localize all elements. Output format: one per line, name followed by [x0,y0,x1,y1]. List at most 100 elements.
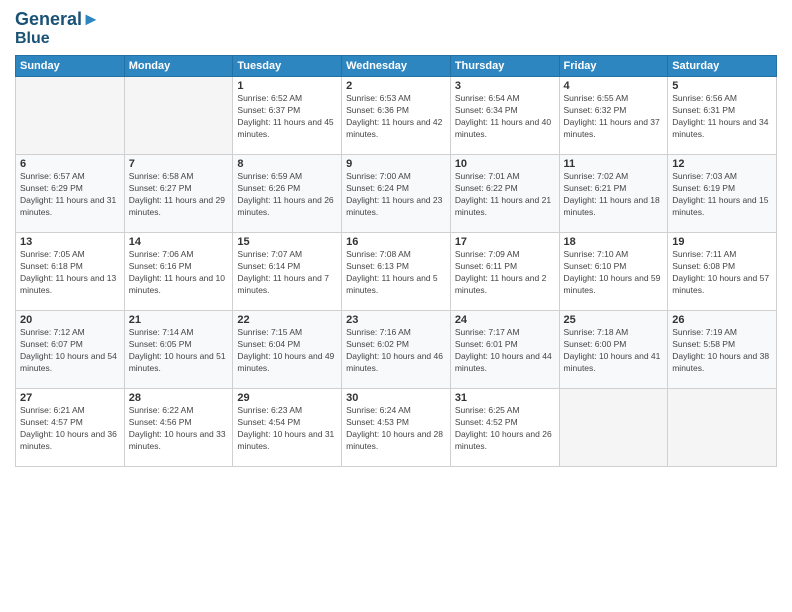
day-number: 31 [455,392,555,404]
calendar-week-row: 20Sunrise: 7:12 AM Sunset: 6:07 PM Dayli… [16,311,777,389]
day-info: Sunrise: 7:17 AM Sunset: 6:01 PM Dayligh… [455,327,555,375]
day-number: 9 [346,158,446,170]
day-number: 28 [129,392,229,404]
calendar-cell: 11Sunrise: 7:02 AM Sunset: 6:21 PM Dayli… [559,155,668,233]
calendar-cell: 24Sunrise: 7:17 AM Sunset: 6:01 PM Dayli… [450,311,559,389]
day-info: Sunrise: 6:22 AM Sunset: 4:56 PM Dayligh… [129,405,229,453]
day-number: 26 [672,314,772,326]
day-number: 16 [346,236,446,248]
calendar-cell: 25Sunrise: 7:18 AM Sunset: 6:00 PM Dayli… [559,311,668,389]
calendar-cell: 28Sunrise: 6:22 AM Sunset: 4:56 PM Dayli… [124,389,233,467]
day-number: 6 [20,158,120,170]
calendar-cell: 4Sunrise: 6:55 AM Sunset: 6:32 PM Daylig… [559,77,668,155]
day-info: Sunrise: 7:08 AM Sunset: 6:13 PM Dayligh… [346,249,446,297]
calendar-cell: 22Sunrise: 7:15 AM Sunset: 6:04 PM Dayli… [233,311,342,389]
weekday-header: Wednesday [342,56,451,77]
calendar-cell: 7Sunrise: 6:58 AM Sunset: 6:27 PM Daylig… [124,155,233,233]
day-number: 10 [455,158,555,170]
day-info: Sunrise: 6:57 AM Sunset: 6:29 PM Dayligh… [20,171,120,219]
calendar-cell: 13Sunrise: 7:05 AM Sunset: 6:18 PM Dayli… [16,233,125,311]
day-number: 30 [346,392,446,404]
day-info: Sunrise: 6:24 AM Sunset: 4:53 PM Dayligh… [346,405,446,453]
day-info: Sunrise: 6:21 AM Sunset: 4:57 PM Dayligh… [20,405,120,453]
day-info: Sunrise: 7:00 AM Sunset: 6:24 PM Dayligh… [346,171,446,219]
day-info: Sunrise: 7:11 AM Sunset: 6:08 PM Dayligh… [672,249,772,297]
day-info: Sunrise: 7:03 AM Sunset: 6:19 PM Dayligh… [672,171,772,219]
day-number: 25 [564,314,664,326]
page-header: General► Blue [15,10,777,47]
logo-text: General► [15,10,100,30]
day-info: Sunrise: 7:01 AM Sunset: 6:22 PM Dayligh… [455,171,555,219]
day-number: 21 [129,314,229,326]
calendar-cell: 16Sunrise: 7:08 AM Sunset: 6:13 PM Dayli… [342,233,451,311]
day-info: Sunrise: 6:52 AM Sunset: 6:37 PM Dayligh… [237,93,337,141]
day-info: Sunrise: 7:06 AM Sunset: 6:16 PM Dayligh… [129,249,229,297]
calendar-cell: 29Sunrise: 6:23 AM Sunset: 4:54 PM Dayli… [233,389,342,467]
calendar-cell: 5Sunrise: 6:56 AM Sunset: 6:31 PM Daylig… [668,77,777,155]
day-info: Sunrise: 7:10 AM Sunset: 6:10 PM Dayligh… [564,249,664,297]
calendar-week-row: 27Sunrise: 6:21 AM Sunset: 4:57 PM Dayli… [16,389,777,467]
calendar-cell [559,389,668,467]
calendar-header-row: SundayMondayTuesdayWednesdayThursdayFrid… [16,56,777,77]
calendar-cell: 23Sunrise: 7:16 AM Sunset: 6:02 PM Dayli… [342,311,451,389]
calendar-cell: 20Sunrise: 7:12 AM Sunset: 6:07 PM Dayli… [16,311,125,389]
day-info: Sunrise: 6:58 AM Sunset: 6:27 PM Dayligh… [129,171,229,219]
day-info: Sunrise: 7:16 AM Sunset: 6:02 PM Dayligh… [346,327,446,375]
day-number: 1 [237,80,337,92]
calendar-cell: 6Sunrise: 6:57 AM Sunset: 6:29 PM Daylig… [16,155,125,233]
calendar-cell [16,77,125,155]
day-info: Sunrise: 6:54 AM Sunset: 6:34 PM Dayligh… [455,93,555,141]
calendar-week-row: 13Sunrise: 7:05 AM Sunset: 6:18 PM Dayli… [16,233,777,311]
calendar-cell: 10Sunrise: 7:01 AM Sunset: 6:22 PM Dayli… [450,155,559,233]
day-info: Sunrise: 6:53 AM Sunset: 6:36 PM Dayligh… [346,93,446,141]
day-number: 27 [20,392,120,404]
day-info: Sunrise: 6:25 AM Sunset: 4:52 PM Dayligh… [455,405,555,453]
day-number: 29 [237,392,337,404]
calendar-cell: 31Sunrise: 6:25 AM Sunset: 4:52 PM Dayli… [450,389,559,467]
calendar-cell: 30Sunrise: 6:24 AM Sunset: 4:53 PM Dayli… [342,389,451,467]
calendar-week-row: 1Sunrise: 6:52 AM Sunset: 6:37 PM Daylig… [16,77,777,155]
calendar-body: 1Sunrise: 6:52 AM Sunset: 6:37 PM Daylig… [16,77,777,467]
calendar-cell: 18Sunrise: 7:10 AM Sunset: 6:10 PM Dayli… [559,233,668,311]
day-number: 5 [672,80,772,92]
day-number: 17 [455,236,555,248]
day-number: 12 [672,158,772,170]
day-info: Sunrise: 7:12 AM Sunset: 6:07 PM Dayligh… [20,327,120,375]
day-number: 24 [455,314,555,326]
weekday-header: Sunday [16,56,125,77]
day-number: 15 [237,236,337,248]
calendar-cell: 3Sunrise: 6:54 AM Sunset: 6:34 PM Daylig… [450,77,559,155]
day-number: 22 [237,314,337,326]
day-number: 14 [129,236,229,248]
day-info: Sunrise: 7:15 AM Sunset: 6:04 PM Dayligh… [237,327,337,375]
day-info: Sunrise: 6:23 AM Sunset: 4:54 PM Dayligh… [237,405,337,453]
calendar-cell: 2Sunrise: 6:53 AM Sunset: 6:36 PM Daylig… [342,77,451,155]
day-info: Sunrise: 7:02 AM Sunset: 6:21 PM Dayligh… [564,171,664,219]
weekday-header: Monday [124,56,233,77]
calendar-cell: 26Sunrise: 7:19 AM Sunset: 5:58 PM Dayli… [668,311,777,389]
calendar-cell: 21Sunrise: 7:14 AM Sunset: 6:05 PM Dayli… [124,311,233,389]
calendar-cell [124,77,233,155]
day-number: 13 [20,236,120,248]
logo-blue: Blue [15,30,100,48]
day-number: 4 [564,80,664,92]
calendar-cell: 12Sunrise: 7:03 AM Sunset: 6:19 PM Dayli… [668,155,777,233]
day-info: Sunrise: 7:09 AM Sunset: 6:11 PM Dayligh… [455,249,555,297]
day-info: Sunrise: 7:07 AM Sunset: 6:14 PM Dayligh… [237,249,337,297]
calendar-cell: 15Sunrise: 7:07 AM Sunset: 6:14 PM Dayli… [233,233,342,311]
calendar-cell: 27Sunrise: 6:21 AM Sunset: 4:57 PM Dayli… [16,389,125,467]
day-info: Sunrise: 7:18 AM Sunset: 6:00 PM Dayligh… [564,327,664,375]
calendar-cell: 14Sunrise: 7:06 AM Sunset: 6:16 PM Dayli… [124,233,233,311]
day-info: Sunrise: 7:05 AM Sunset: 6:18 PM Dayligh… [20,249,120,297]
day-number: 23 [346,314,446,326]
day-info: Sunrise: 6:55 AM Sunset: 6:32 PM Dayligh… [564,93,664,141]
weekday-header: Friday [559,56,668,77]
calendar-table: SundayMondayTuesdayWednesdayThursdayFrid… [15,55,777,467]
day-info: Sunrise: 7:19 AM Sunset: 5:58 PM Dayligh… [672,327,772,375]
day-number: 11 [564,158,664,170]
calendar-week-row: 6Sunrise: 6:57 AM Sunset: 6:29 PM Daylig… [16,155,777,233]
day-number: 2 [346,80,446,92]
calendar-cell: 17Sunrise: 7:09 AM Sunset: 6:11 PM Dayli… [450,233,559,311]
day-number: 3 [455,80,555,92]
day-number: 18 [564,236,664,248]
